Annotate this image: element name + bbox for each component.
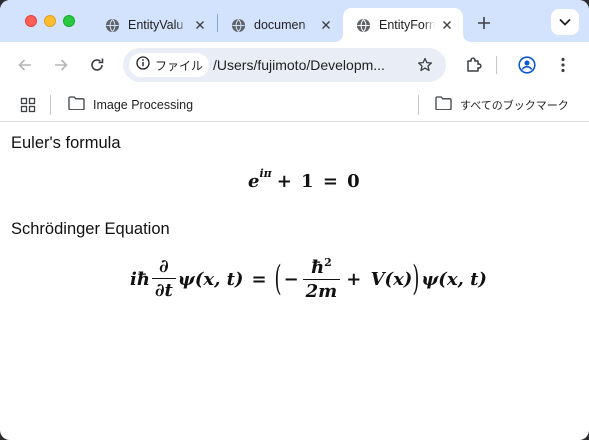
bookmark-folder-image-processing[interactable]: Image Processing <box>68 93 193 117</box>
url-text[interactable]: /Users/fujimoto/Developm... <box>213 57 413 73</box>
globe-icon <box>104 17 120 33</box>
bookmarks-bar: Image Processing すべてのブックマーク <box>0 88 589 122</box>
site-info-chip[interactable]: ファイル <box>129 53 209 77</box>
globe-icon <box>355 17 371 33</box>
info-icon <box>136 55 150 75</box>
all-bookmarks-folder[interactable]: すべてのブックマーク <box>435 93 569 117</box>
globe-icon <box>230 17 246 33</box>
tab-search-chevron-down-icon[interactable] <box>551 9 579 35</box>
menu-kebab-icon[interactable] <box>551 53 575 77</box>
window-minimize-button[interactable] <box>44 15 56 27</box>
site-info-label: ファイル <box>155 58 204 73</box>
mass-denominator: 2m <box>302 279 341 301</box>
apps-grid-icon[interactable] <box>20 93 36 117</box>
tab-title: EntityForm <box>379 18 435 32</box>
new-tab-plus-icon[interactable] <box>473 12 495 34</box>
open-paren: ( <box>274 259 282 299</box>
schrodinger-equation: iħ ∂ ∂t ψ(x, t) = ( − ħ2 2m + V(x) ) ψ(x… <box>130 257 487 301</box>
tab-close-icon[interactable] <box>439 17 455 33</box>
hbar-symbol: ħ <box>311 257 325 278</box>
page-content: Euler's formula e iπ + 1 = 0 Schrödinger… <box>0 123 589 428</box>
profile-avatar-icon[interactable] <box>515 53 539 77</box>
equals-sign: = <box>251 268 267 290</box>
tab-close-icon[interactable] <box>192 17 208 33</box>
hbar-exponent: 2 <box>324 256 332 269</box>
toolbar-separator <box>496 56 497 74</box>
tab-title: EntityValu <box>128 18 184 32</box>
euler-rest: + 1 = 0 <box>276 171 360 192</box>
potential-term: + V(x) <box>346 268 413 290</box>
schrodinger-heading: Schrödinger Equation <box>11 220 170 238</box>
navigation-toolbar: ファイル /Users/fujimoto/Developm... <box>0 42 589 88</box>
browser-window: EntityValu documen EntityForm ファイル /User… <box>0 0 589 440</box>
close-paren: ) <box>412 259 420 299</box>
reload-icon[interactable] <box>85 53 109 77</box>
euler-equation: e iπ + 1 = 0 <box>248 167 360 192</box>
euler-exponent: iπ <box>259 167 272 180</box>
euler-heading: Euler's formula <box>11 134 121 152</box>
derivative-denominator: ∂t <box>151 278 176 300</box>
rhs-wavefunction: ψ(x, t) <box>421 268 487 290</box>
tab-entity-value[interactable]: EntityValu <box>92 8 216 42</box>
folder-icon <box>68 95 85 115</box>
folder-icon <box>435 95 452 115</box>
bookmarks-separator <box>418 95 419 115</box>
derivative-numerator: ∂ <box>159 256 169 277</box>
tab-strip: EntityValu documen EntityForm <box>0 0 589 42</box>
euler-base: e <box>248 171 260 192</box>
tab-entity-form-active[interactable]: EntityForm <box>343 8 463 42</box>
forward-arrow-icon[interactable] <box>49 53 73 77</box>
all-bookmarks-label: すべてのブックマーク <box>460 100 569 112</box>
partial-derivative-fraction: ∂ ∂t <box>151 256 176 300</box>
extensions-puzzle-icon[interactable] <box>462 53 486 77</box>
schrodinger-ihbar: iħ <box>130 268 150 290</box>
tab-close-icon[interactable] <box>318 17 334 33</box>
bookmark-label: Image Processing <box>93 98 194 112</box>
tab-title: documen <box>254 18 306 32</box>
window-close-button[interactable] <box>25 15 37 27</box>
kinetic-fraction: ħ2 2m <box>302 257 341 301</box>
hbar-squared: ħ2 <box>308 257 335 279</box>
minus-sign: − <box>283 268 299 290</box>
bookmarks-separator <box>50 95 51 115</box>
tab-document[interactable]: documen <box>218 8 342 42</box>
address-bar[interactable]: ファイル /Users/fujimoto/Developm... <box>123 48 446 82</box>
bookmark-star-icon[interactable] <box>413 53 437 77</box>
window-maximize-button[interactable] <box>63 15 75 27</box>
lhs-wavefunction: ψ(x, t) <box>177 268 244 290</box>
back-arrow-icon[interactable] <box>13 53 37 77</box>
